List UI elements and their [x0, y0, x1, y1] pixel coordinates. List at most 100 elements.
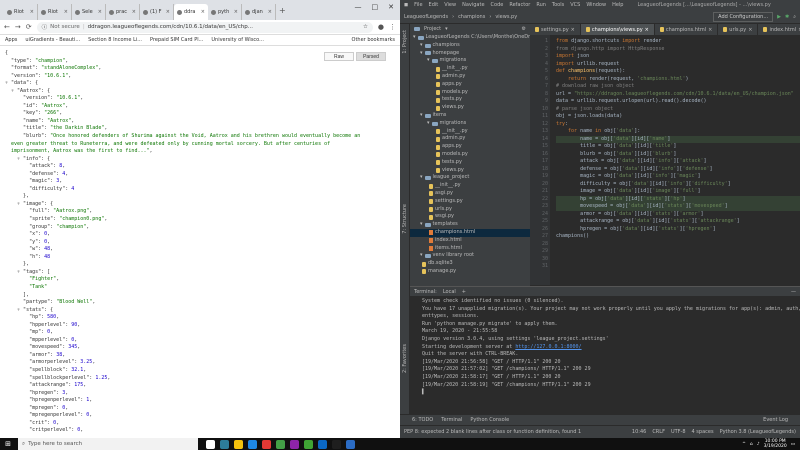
debug-icon[interactable]: ✱ [785, 14, 789, 20]
chevron-up-icon[interactable]: ^ [742, 442, 746, 447]
network-icon[interactable]: ⌂ [750, 442, 753, 447]
profile-icon[interactable]: ● [378, 23, 384, 31]
browser-tab[interactable]: ddra × [174, 4, 208, 20]
terminal-output[interactable]: System check identified no issues (0 sil… [410, 296, 800, 414]
expand-arrow-icon[interactable]: ▾ [420, 112, 423, 120]
tree-item[interactable]: admin.py [410, 135, 530, 143]
vscode-icon[interactable] [346, 439, 355, 449]
chevron-down-icon[interactable]: ▾ [445, 26, 448, 32]
pycharm-icon[interactable] [304, 439, 313, 449]
gear-icon[interactable]: ⚙ [522, 26, 526, 32]
chrome-icon[interactable] [262, 439, 271, 449]
tree-item[interactable]: views.py [410, 104, 530, 112]
expand-arrow-icon[interactable]: ▾ [427, 120, 430, 128]
tab-close-icon[interactable]: × [708, 27, 712, 33]
menu-icon[interactable]: ⋮ [389, 23, 396, 31]
tree-item[interactable]: ▾ migrations [410, 120, 530, 128]
event-log-button[interactable]: Event Log [763, 417, 788, 423]
volume-icon[interactable]: ♪ [757, 442, 760, 447]
expand-arrow-icon[interactable]: ▾ [420, 221, 423, 229]
tree-item[interactable]: urls.py [410, 206, 530, 214]
bookmark-item[interactable]: Prepaid SIM Card Pl... [150, 37, 203, 43]
menu-file[interactable]: File [414, 2, 422, 8]
tree-item[interactable]: ▾ items [410, 112, 530, 120]
menu-run[interactable]: Run [536, 2, 546, 8]
hide-panel-icon[interactable]: — [791, 289, 796, 295]
tree-item[interactable]: db.sqlite3 [410, 260, 530, 268]
browser-tab[interactable]: Sele × [72, 4, 106, 20]
add-configuration-button[interactable]: Add Configuration... [713, 11, 774, 22]
expand-arrow-icon[interactable]: ▾ [420, 50, 423, 58]
terminal-icon[interactable] [332, 439, 341, 449]
parsed-button[interactable]: Parsed [356, 52, 386, 61]
browser-tab[interactable]: prac × [106, 4, 140, 20]
browser-tab[interactable]: djan × [242, 4, 276, 20]
tab-close-icon[interactable]: × [132, 9, 136, 15]
tree-item[interactable]: ▾ LeagueofLegends C:\Users\Monthe\OneDriv… [410, 34, 530, 42]
tab-close-icon[interactable]: × [98, 9, 102, 15]
tree-item[interactable]: views.py [410, 167, 530, 175]
tree-item[interactable]: models.py [410, 89, 530, 97]
expand-arrow-icon[interactable]: ▾ [427, 57, 430, 65]
browser-tab[interactable]: Riot × [4, 4, 38, 20]
raw-button[interactable]: Raw [324, 52, 354, 61]
file-explorer-icon[interactable] [234, 439, 243, 449]
structure-tool-label[interactable]: 7: Structure [402, 204, 408, 234]
run-icon[interactable]: ▶ [777, 14, 781, 20]
back-icon[interactable]: ← [4, 23, 10, 31]
info-icon[interactable]: ⓘ [42, 23, 48, 31]
windows-start-icon[interactable]: ⊞ [2, 438, 14, 450]
tab-close-icon[interactable]: × [748, 27, 752, 33]
reload-icon[interactable]: ⟳ [26, 23, 32, 31]
tree-item[interactable]: wsgi.py [410, 213, 530, 221]
menu-window[interactable]: Window [586, 2, 606, 8]
address-bar[interactable]: ⓘ Not secure | ddragon.leagueoflegends.c… [36, 21, 373, 33]
tree-item[interactable]: index.html [410, 237, 530, 245]
tree-item[interactable]: champions.html [410, 228, 530, 237]
notifications-icon[interactable]: ▭ [791, 442, 795, 447]
tree-item[interactable]: ▾ homepage [410, 50, 530, 58]
line-separator[interactable]: CRLF [652, 429, 665, 435]
tree-item[interactable]: apps.py [410, 143, 530, 151]
search-everywhere-icon[interactable]: ⌕ [793, 14, 796, 20]
tree-item[interactable]: ▾ venv library root [410, 252, 530, 260]
mail-icon[interactable] [248, 439, 257, 449]
breadcrumb-item[interactable]: LeagueofLegends [404, 14, 448, 20]
menu-edit[interactable]: Edit [429, 2, 439, 8]
bookmark-item[interactable]: uiGradients - Beauti... [25, 37, 80, 43]
project-dropdown[interactable]: Project [424, 26, 441, 32]
clock[interactable]: 10:00 PM 3/19/2020 [764, 439, 787, 449]
editor-tab[interactable]: urls.py × [718, 24, 759, 35]
bookmark-item[interactable]: Section 8 Income Li... [88, 37, 142, 43]
tab-close-icon[interactable]: × [645, 27, 649, 33]
menu-tools[interactable]: Tools [552, 2, 564, 8]
browser-tab[interactable]: pyth × [208, 4, 242, 20]
spotify-icon[interactable] [276, 439, 285, 449]
tree-item[interactable]: ▾ champions [410, 42, 530, 50]
project-tool-label[interactable]: 1: Project [402, 30, 408, 54]
new-tab-button[interactable]: + [279, 6, 286, 15]
maximize-button[interactable]: □ [372, 3, 379, 11]
bookmark-item[interactable]: Apps [5, 37, 17, 43]
tree-item[interactable]: __init__.py [410, 65, 530, 73]
tree-item[interactable]: asgi.py [410, 190, 530, 198]
expand-arrow-icon[interactable]: ▾ [420, 174, 423, 182]
bookmark-item[interactable]: University of Wisco... [211, 37, 264, 43]
new-terminal-button[interactable]: + [462, 289, 466, 295]
other-bookmarks[interactable]: Other bookmarks [352, 37, 395, 43]
tree-item[interactable]: apps.py [410, 81, 530, 89]
edge-icon[interactable] [220, 439, 229, 449]
close-button[interactable]: ✕ [388, 3, 394, 11]
expand-arrow-icon[interactable]: ▾ [420, 42, 423, 50]
tab-close-icon[interactable]: × [234, 9, 238, 15]
favorites-tool-label[interactable]: 2: Favorites [402, 344, 408, 373]
cursor-position[interactable]: 10:46 [632, 429, 646, 435]
tool-window-button[interactable]: Python Console [470, 417, 509, 423]
star-icon[interactable]: ☆ [363, 24, 368, 30]
menu-vcs[interactable]: VCS [570, 2, 580, 8]
editor-tab[interactable]: index.html× [758, 24, 800, 35]
expand-arrow-icon[interactable]: ▾ [413, 34, 416, 42]
file-encoding[interactable]: UTF-8 [671, 429, 686, 435]
tab-close-icon[interactable]: × [166, 9, 170, 15]
terminal-tab-local[interactable]: Local [443, 289, 456, 295]
